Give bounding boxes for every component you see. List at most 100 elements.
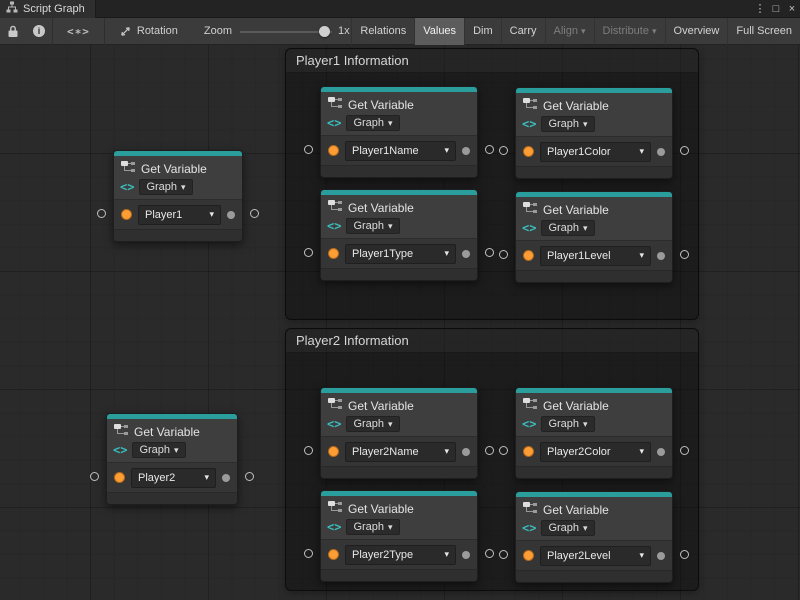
external-output-port[interactable] bbox=[680, 146, 689, 155]
input-port[interactable] bbox=[523, 446, 534, 457]
scope-dropdown[interactable]: Graph ▾ bbox=[346, 519, 399, 535]
get-variable-node[interactable]: Get Variable <> Graph ▾ Player1Color ▾ bbox=[515, 87, 673, 179]
variable-dropdown[interactable]: Player1Level ▾ bbox=[540, 246, 651, 266]
window-maximize-button[interactable]: □ bbox=[768, 0, 784, 18]
external-output-port[interactable] bbox=[680, 446, 689, 455]
output-port-dot[interactable] bbox=[462, 147, 470, 155]
group-title: Player1 Information bbox=[296, 53, 409, 68]
external-input-port[interactable] bbox=[304, 446, 313, 455]
variable-dropdown[interactable]: Player2 ▾ bbox=[131, 468, 216, 488]
get-variable-node[interactable]: Get Variable <> Graph ▾ Player1 ▾ bbox=[113, 150, 243, 242]
output-port-dot[interactable] bbox=[657, 552, 665, 560]
scope-dropdown[interactable]: Graph ▾ bbox=[346, 416, 399, 432]
input-port[interactable] bbox=[328, 446, 339, 457]
window-close-button[interactable]: × bbox=[784, 0, 800, 18]
external-output-port[interactable] bbox=[680, 550, 689, 559]
external-input-port[interactable] bbox=[90, 472, 99, 481]
get-variable-node[interactable]: Get Variable <> Graph ▾ Player2 ▾ bbox=[106, 413, 238, 505]
variable-dropdown[interactable]: Player2Name ▾ bbox=[345, 442, 456, 462]
variable-dropdown[interactable]: Player1Name ▾ bbox=[345, 141, 456, 161]
get-variable-node[interactable]: Get Variable <> Graph ▾ Player2Level ▾ bbox=[515, 491, 673, 583]
scope-dropdown[interactable]: Graph ▾ bbox=[541, 116, 594, 132]
variable-dropdown[interactable]: Player1 ▾ bbox=[138, 205, 221, 225]
values-button[interactable]: Values bbox=[414, 18, 464, 45]
variable-dropdown[interactable]: Player1Color ▾ bbox=[540, 142, 651, 162]
scope-dropdown[interactable]: Graph ▾ bbox=[346, 218, 399, 234]
external-input-port[interactable] bbox=[499, 550, 508, 559]
group-header[interactable]: Player2 Information bbox=[286, 329, 698, 353]
lock-icon bbox=[7, 25, 19, 38]
variable-dropdown[interactable]: Player2Level ▾ bbox=[540, 546, 651, 566]
input-port[interactable] bbox=[523, 146, 534, 157]
get-variable-node[interactable]: Get Variable <> Graph ▾ Player1Name ▾ bbox=[320, 86, 478, 178]
input-port[interactable] bbox=[328, 145, 339, 156]
rotation-control[interactable]: Rotation bbox=[119, 25, 178, 38]
scope-dropdown[interactable]: Graph ▾ bbox=[541, 220, 594, 236]
variable-dropdown[interactable]: Player2Color ▾ bbox=[540, 442, 651, 462]
zoom-slider-handle[interactable] bbox=[319, 26, 330, 37]
group-header[interactable]: Player1 Information bbox=[286, 49, 698, 73]
external-output-port[interactable] bbox=[485, 549, 494, 558]
output-port-dot[interactable] bbox=[657, 148, 665, 156]
fullscreen-button[interactable]: Full Screen bbox=[727, 18, 800, 45]
get-variable-node[interactable]: Get Variable <> Graph ▾ Player2Color ▾ bbox=[515, 387, 673, 479]
chevron-down-icon: ▾ bbox=[583, 120, 588, 129]
get-variable-node[interactable]: Get Variable <> Graph ▾ Player1Level ▾ bbox=[515, 191, 673, 283]
output-port-dot[interactable] bbox=[222, 474, 230, 482]
external-output-port[interactable] bbox=[250, 209, 259, 218]
get-variable-node[interactable]: Get Variable <> Graph ▾ Player2Type ▾ bbox=[320, 490, 478, 582]
input-port[interactable] bbox=[121, 209, 132, 220]
scope-dropdown[interactable]: Graph ▾ bbox=[139, 179, 192, 195]
get-variable-node[interactable]: Get Variable <> Graph ▾ Player1Type ▾ bbox=[320, 189, 478, 281]
external-output-port[interactable] bbox=[485, 145, 494, 154]
input-port[interactable] bbox=[328, 549, 339, 560]
external-output-port[interactable] bbox=[680, 250, 689, 259]
info-button[interactable]: i bbox=[26, 18, 52, 45]
output-port-dot[interactable] bbox=[657, 448, 665, 456]
input-port[interactable] bbox=[523, 550, 534, 561]
scope-dropdown[interactable]: Graph ▾ bbox=[346, 115, 399, 131]
external-input-port[interactable] bbox=[304, 549, 313, 558]
scope-dropdown[interactable]: Graph ▾ bbox=[541, 520, 594, 536]
output-port-dot[interactable] bbox=[462, 448, 470, 456]
input-port[interactable] bbox=[523, 250, 534, 261]
graph-scope-icon: <> bbox=[522, 522, 536, 534]
output-port-dot[interactable] bbox=[462, 551, 470, 559]
external-output-port[interactable] bbox=[485, 248, 494, 257]
tab-script-graph[interactable]: Script Graph bbox=[0, 0, 96, 18]
carry-button[interactable]: Carry bbox=[501, 18, 545, 45]
align-button[interactable]: Align▾ bbox=[545, 18, 594, 45]
unit-icon bbox=[327, 96, 343, 114]
get-variable-node[interactable]: Get Variable <> Graph ▾ Player2Name ▾ bbox=[320, 387, 478, 479]
unit-icon bbox=[327, 397, 343, 415]
connection-values-button[interactable]: <∗> bbox=[53, 18, 104, 45]
script-graph-icon bbox=[6, 0, 18, 18]
lock-button[interactable] bbox=[0, 18, 26, 45]
distribute-button[interactable]: Distribute▾ bbox=[594, 18, 665, 45]
node-header: Get Variable <> Graph ▾ bbox=[516, 393, 672, 436]
overview-button[interactable]: Overview bbox=[665, 18, 728, 45]
chevron-down-icon: ▾ bbox=[444, 146, 449, 155]
scope-dropdown[interactable]: Graph ▾ bbox=[132, 442, 185, 458]
dim-button[interactable]: Dim bbox=[464, 18, 501, 45]
external-input-port[interactable] bbox=[97, 209, 106, 218]
variable-dropdown[interactable]: Player1Type ▾ bbox=[345, 244, 456, 264]
external-output-port[interactable] bbox=[485, 446, 494, 455]
external-input-port[interactable] bbox=[304, 145, 313, 154]
scope-dropdown[interactable]: Graph ▾ bbox=[541, 416, 594, 432]
input-port[interactable] bbox=[328, 248, 339, 259]
relations-button[interactable]: Relations bbox=[351, 18, 414, 45]
input-port[interactable] bbox=[114, 472, 125, 483]
window-menu-button[interactable]: ⋮ bbox=[752, 0, 768, 18]
graph-canvas[interactable]: Player1 Information Player2 Information … bbox=[0, 45, 800, 600]
zoom-slider[interactable] bbox=[240, 18, 332, 45]
external-output-port[interactable] bbox=[245, 472, 254, 481]
external-input-port[interactable] bbox=[499, 146, 508, 155]
output-port-dot[interactable] bbox=[657, 252, 665, 260]
variable-dropdown[interactable]: Player2Type ▾ bbox=[345, 545, 456, 565]
external-input-port[interactable] bbox=[499, 250, 508, 259]
output-port-dot[interactable] bbox=[462, 250, 470, 258]
output-port-dot[interactable] bbox=[227, 211, 235, 219]
external-input-port[interactable] bbox=[499, 446, 508, 455]
external-input-port[interactable] bbox=[304, 248, 313, 257]
